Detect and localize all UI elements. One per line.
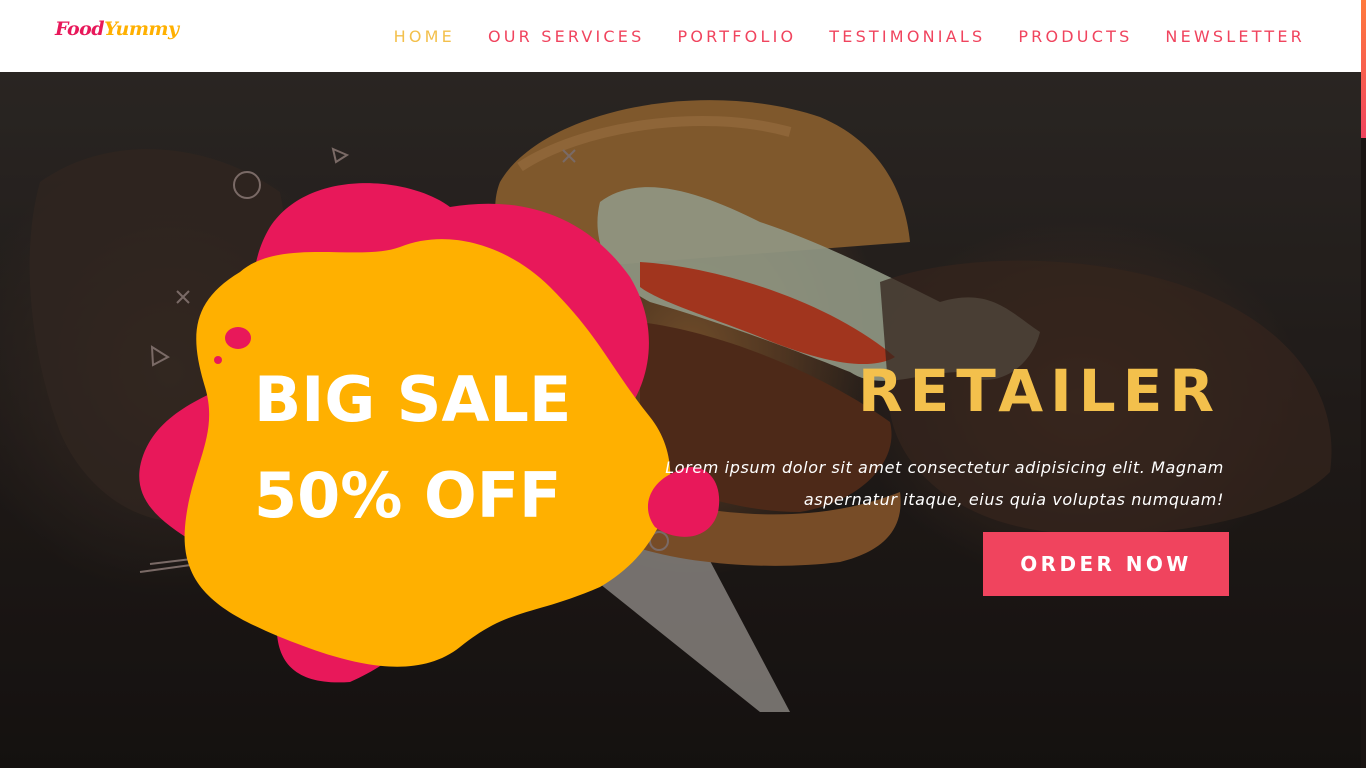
hero-description-line-1: Lorem ipsum dolor sit amet consectetur a… xyxy=(665,458,1224,477)
nav-item-home[interactable]: HOME xyxy=(394,27,455,46)
nav-item-newsletter[interactable]: NEWSLETTER xyxy=(1165,27,1305,46)
nav-item-our-services[interactable]: OUR SERVICES xyxy=(488,27,645,46)
top-navbar: FoodYummy HOME OUR SERVICES PORTFOLIO TE… xyxy=(0,0,1361,72)
nav-item-testimonials[interactable]: TESTIMONIALS xyxy=(829,27,985,46)
logo-part-yummy: Yummy xyxy=(104,18,179,40)
hero-banner: BIG SALE 50% OFF RETAILER Lorem ipsum do… xyxy=(0,72,1361,768)
hero-description-line-2: aspernatur itaque, eius quia voluptas nu… xyxy=(803,490,1224,509)
hero-description: Lorem ipsum dolor sit amet consectetur a… xyxy=(604,452,1224,516)
sale-headline: BIG SALE xyxy=(254,363,572,436)
page-scrollbar[interactable] xyxy=(1361,0,1366,138)
main-nav: HOME OUR SERVICES PORTFOLIO TESTIMONIALS… xyxy=(394,0,1305,72)
brand-logo[interactable]: FoodYummy xyxy=(55,18,179,40)
nav-item-products[interactable]: PRODUCTS xyxy=(1018,27,1132,46)
sale-text-block: BIG SALE 50% OFF xyxy=(254,352,571,544)
nav-item-portfolio[interactable]: PORTFOLIO xyxy=(677,27,796,46)
sale-discount: 50% OFF xyxy=(254,459,562,532)
order-now-button[interactable]: ORDER NOW xyxy=(983,532,1229,596)
logo-part-food: Food xyxy=(55,18,105,40)
hero-title: RETAILER xyxy=(857,357,1221,425)
